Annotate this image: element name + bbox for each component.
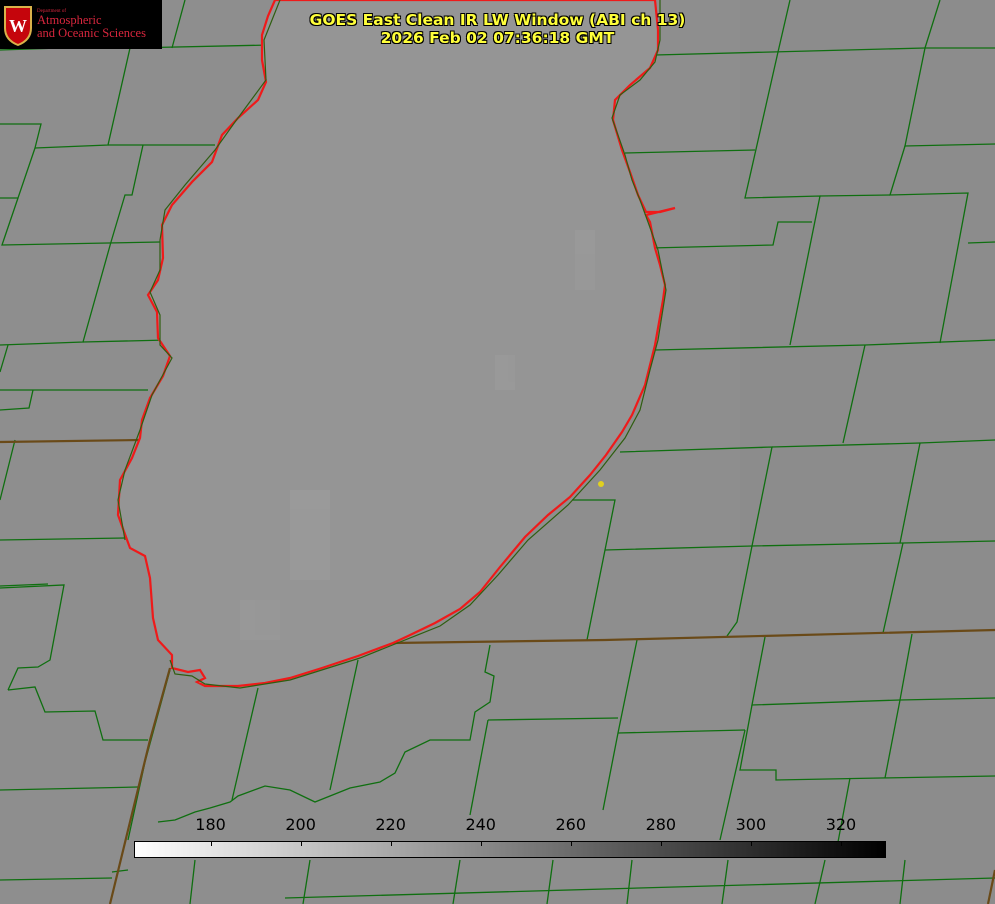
colorbar-tick-label: 220 bbox=[375, 815, 406, 834]
colorbar-tick-mark bbox=[481, 841, 482, 846]
colorbar-tick-label: 240 bbox=[465, 815, 496, 834]
svg-text:W: W bbox=[9, 16, 27, 36]
map-overlay bbox=[0, 0, 995, 904]
colorbar-tick-label: 300 bbox=[735, 815, 767, 834]
colorbar-tick-label: 180 bbox=[195, 815, 226, 834]
logo-line-2: and Oceanic Sciences bbox=[37, 26, 146, 41]
uw-seal-icon: W bbox=[4, 5, 32, 46]
colorbar-tick-mark bbox=[301, 841, 302, 846]
title-product: GOES East Clean IR LW Window (ABI ch 13) bbox=[309, 11, 686, 29]
colorbar-tick-label: 320 bbox=[825, 815, 857, 834]
logo-text: Department of Atmospheric and Oceanic Sc… bbox=[37, 9, 146, 41]
colorbar-tick-mark bbox=[661, 841, 662, 846]
colorbar-tick-label: 200 bbox=[285, 815, 316, 834]
colorbar-tick-label: 280 bbox=[645, 815, 677, 834]
aos-logo: W Department of Atmospheric and Oceanic … bbox=[0, 0, 162, 49]
colorbar-tick-mark bbox=[571, 841, 572, 846]
temperature-colorbar bbox=[134, 841, 886, 858]
image-title: GOES East Clean IR LW Window (ABI ch 13)… bbox=[250, 11, 745, 47]
title-timestamp: 2026 Feb 02 07:36:18 GMT bbox=[380, 29, 615, 47]
colorbar-tick-mark bbox=[391, 841, 392, 846]
satellite-image-view: W Department of Atmospheric and Oceanic … bbox=[0, 0, 995, 904]
colorbar-tick-mark bbox=[751, 841, 752, 846]
location-marker bbox=[598, 481, 604, 487]
colorbar-tick-label: 260 bbox=[555, 815, 587, 834]
colorbar-tick-mark bbox=[211, 841, 212, 846]
ir-background-east bbox=[740, 0, 995, 904]
colorbar-tick-mark bbox=[841, 841, 842, 846]
